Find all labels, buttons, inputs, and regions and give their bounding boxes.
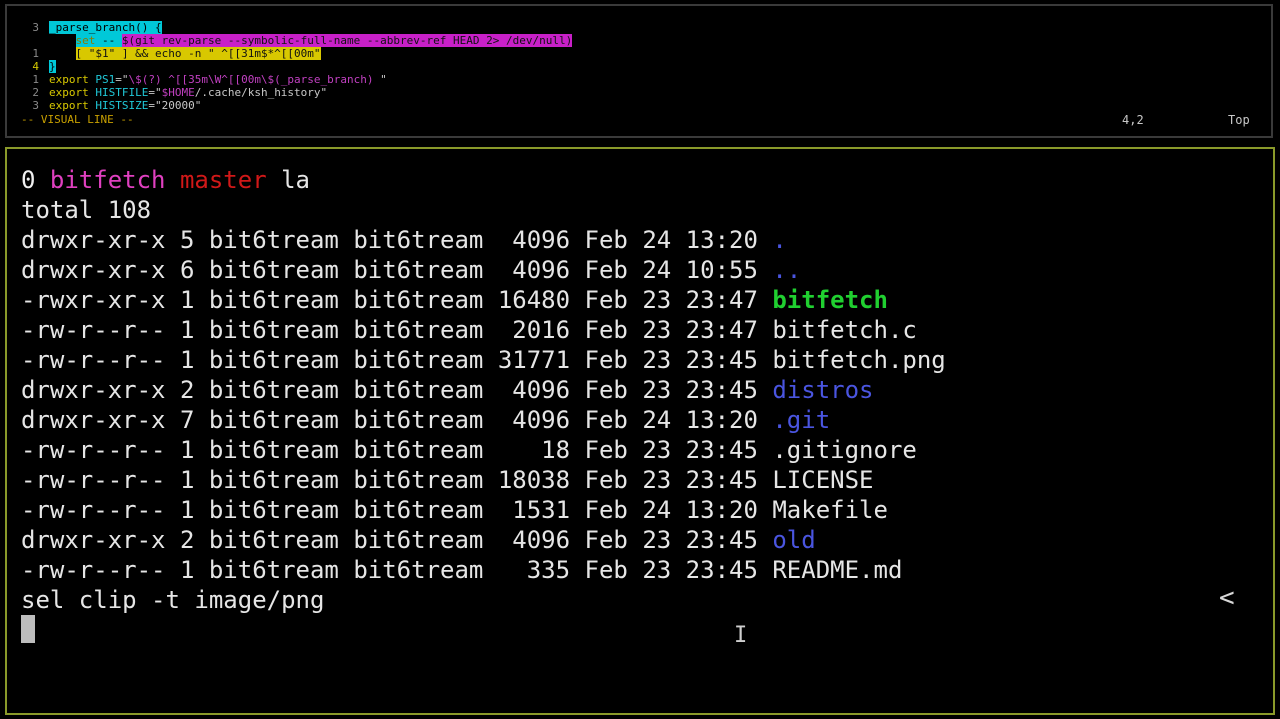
code-token: $(git rev-parse --symbolic-full-name --a… [121, 34, 500, 47]
listing-filename: . [772, 226, 787, 254]
listing-metadata: -rw-r--r-- 1 bit6tream bit6tream 18 Feb … [21, 436, 773, 464]
code-token: ="20000" [148, 99, 202, 112]
code-token: } [49, 60, 56, 73]
listing-metadata: -rw-r--r-- 1 bit6tream bit6tream 1531 Fe… [21, 496, 773, 524]
listing-filename: LICENSE [772, 466, 874, 494]
listing-row: -rw-r--r-- 1 bit6tream bit6tream 31771 F… [21, 345, 946, 375]
listing-row: -rw-r--r-- 1 bit6tream bit6tream 1531 Fe… [21, 495, 946, 525]
text-cursor-icon: I [734, 623, 748, 648]
listing-row: -rw-r--r-- 1 bit6tream bit6tream 335 Feb… [21, 555, 946, 585]
listing-row: drwxr-xr-x 7 bit6tream bit6tream 4096 Fe… [21, 405, 946, 435]
terminal-output: 0 bitfetch master la total 108 drwxr-xr-… [21, 165, 946, 615]
code-token: =" [115, 73, 129, 86]
listing-filename: bitfetch.png [772, 346, 946, 374]
chevron-left-icon[interactable]: < [1219, 583, 1235, 613]
code-token: " [380, 73, 387, 86]
editor-line[interactable]: 3 _parse_branch() { [17, 21, 572, 34]
editor-line[interactable]: 3 export HISTSIZE="20000" [17, 99, 572, 112]
listing-metadata: drwxr-xr-x 2 bit6tream bit6tream 4096 Fe… [21, 526, 773, 554]
listing-metadata: -rw-r--r-- 1 bit6tream bit6tream 335 Feb… [21, 556, 773, 584]
listing-row: -rwxr-xr-x 1 bit6tream bit6tream 16480 F… [21, 285, 946, 315]
editor-line[interactable]: 1 export PS1="\$(?) ^[[35m\W^[[00m\$(_par… [17, 73, 572, 86]
listing-row: drwxr-xr-x 6 bit6tream bit6tream 4096 Fe… [21, 255, 946, 285]
listing-total: total 108 [21, 196, 152, 224]
listing-metadata: drwxr-xr-x 2 bit6tream bit6tream 4096 Fe… [21, 376, 773, 404]
prompt-exit-status: 0 [21, 166, 36, 194]
listing-filename: bitfetch.c [772, 316, 917, 344]
listing-filename: distros [772, 376, 874, 404]
listing-metadata: -rw-r--r-- 1 bit6tream bit6tream 18038 F… [21, 466, 773, 494]
terminal-block-cursor [21, 615, 35, 643]
listing-filename: old [772, 526, 816, 554]
code-token: /dev/null) [499, 34, 573, 47]
editor-mode-indicator: -- VISUAL LINE -- [21, 113, 134, 126]
listing-filename: Makefile [772, 496, 888, 524]
editor-line[interactable]: 1 [ "$1" ] && echo -n " ^[[31m$*^[[00m" [17, 47, 572, 60]
line-number: 1 [32, 47, 39, 60]
code-token: HISTFILE [95, 86, 149, 99]
prompt-command: la [281, 166, 311, 194]
code-token: export [49, 73, 96, 86]
line-number: 2 [32, 86, 39, 99]
code-token: ^[[31m$*^[[00m" [221, 47, 321, 60]
listing-filename: .. [772, 256, 802, 284]
listing-row: -rw-r--r-- 1 bit6tream bit6tream 2016 Fe… [21, 315, 946, 345]
editor-cursor-position: 4,2 [1122, 113, 1144, 127]
listing-metadata: drwxr-xr-x 6 bit6tream bit6tream 4096 Fe… [21, 256, 773, 284]
editor-buffer[interactable]: 3 _parse_branch() { set -- $(git rev-pars… [17, 21, 573, 112]
listing-metadata: drwxr-xr-x 7 bit6tream bit6tream 4096 Fe… [21, 406, 773, 434]
listing-row: drwxr-xr-x 2 bit6tream bit6tream 4096 Fe… [21, 525, 946, 555]
code-token: HISTSIZE [95, 99, 149, 112]
code-token: -- [95, 34, 122, 47]
shell-prompt: 0 bitfetch master la [21, 165, 946, 195]
line-number: 4 [32, 60, 39, 73]
editor-line[interactable]: 4} [17, 60, 572, 73]
code-token: \$(?) ^[[35m\W^[[00m\$(_parse_branch) [128, 73, 381, 86]
code-token: export [49, 86, 96, 99]
listing-row: -rw-r--r-- 1 bit6tream bit6tream 18038 F… [21, 465, 946, 495]
listing-filename: .gitignore [772, 436, 917, 464]
code-token: PS1 [95, 73, 116, 86]
listing-row: drwxr-xr-x 2 bit6tream bit6tream 4096 Fe… [21, 375, 946, 405]
editor-scroll-indicator: Top [1228, 113, 1250, 127]
typed-command: sel clip -t image/png [21, 586, 325, 614]
listing-filename: bitfetch [772, 286, 888, 314]
listing-row: drwxr-xr-x 5 bit6tream bit6tream 4096 Fe… [21, 225, 946, 255]
line-number: 3 [32, 99, 39, 112]
terminal-pane[interactable]: 0 bitfetch master la total 108 drwxr-xr-… [5, 147, 1275, 715]
editor-line[interactable]: 2 export HISTFILE="$HOME/.cache/ksh_histo… [17, 86, 572, 99]
code-token: $HOME [161, 86, 195, 99]
listing-filename: .git [772, 406, 831, 434]
line-number: 3 [32, 21, 39, 34]
editor-line[interactable]: set -- $(git rev-parse --symbolic-full-n… [17, 34, 573, 47]
listing-filename: README.md [772, 556, 903, 584]
listing-metadata: -rw-r--r-- 1 bit6tream bit6tream 31771 F… [21, 346, 773, 374]
listing-row: -rw-r--r-- 1 bit6tream bit6tream 18 Feb … [21, 435, 946, 465]
code-token: [ "$1" ] && echo -n " [75, 47, 222, 60]
prompt-directory: bitfetch [49, 166, 166, 194]
prompt-git-branch: master [179, 166, 267, 194]
listing-metadata: -rw-r--r-- 1 bit6tream bit6tream 2016 Fe… [21, 316, 773, 344]
listing-metadata: drwxr-xr-x 5 bit6tream bit6tream 4096 Fe… [21, 226, 773, 254]
code-token: _parse_branch() { [49, 21, 162, 34]
code-token: /.cache/ksh_history" [194, 86, 328, 99]
listing-metadata: -rwxr-xr-x 1 bit6tream bit6tream 16480 F… [21, 286, 773, 314]
code-token: export [49, 99, 96, 112]
editor-pane[interactable]: 3 _parse_branch() { set -- $(git rev-pars… [5, 4, 1273, 138]
code-token: set [75, 34, 96, 47]
line-number: 1 [32, 73, 39, 86]
code-token: =" [148, 86, 162, 99]
